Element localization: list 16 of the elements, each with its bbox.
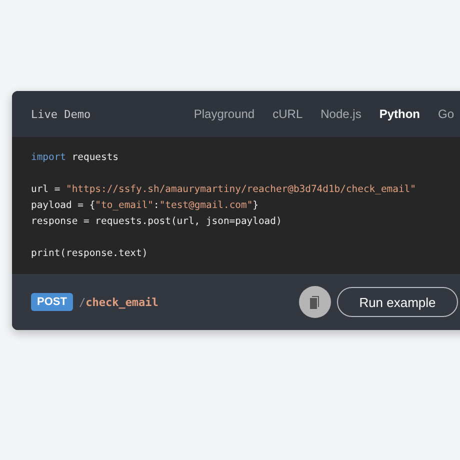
code-line: payload = {"to_email":"test@gmail.com"}: [31, 199, 260, 213]
run-example-button[interactable]: Run example: [337, 287, 458, 317]
copy-icon: [310, 296, 320, 308]
language-tab[interactable]: Python: [371, 103, 428, 125]
code-line: print(response.text): [31, 247, 149, 261]
card-title: Live Demo: [31, 108, 91, 120]
language-tab[interactable]: Playground: [186, 103, 263, 125]
code-line: response = requests.post(url, json=payload): [31, 215, 283, 229]
code-line: url = "https://ssfy.sh/amaurymartiny/reacher@b3d74d1b/check_email": [31, 183, 417, 197]
code-line: import requests: [31, 151, 120, 165]
endpoint-path: /check_email: [78, 296, 158, 308]
method-badge: POST: [31, 293, 73, 311]
language-tab[interactable]: cURL: [264, 103, 311, 125]
language-tab[interactable]: Go: [430, 103, 460, 125]
language-tab[interactable]: Node.js: [312, 103, 370, 125]
copy-button[interactable]: [299, 286, 331, 318]
